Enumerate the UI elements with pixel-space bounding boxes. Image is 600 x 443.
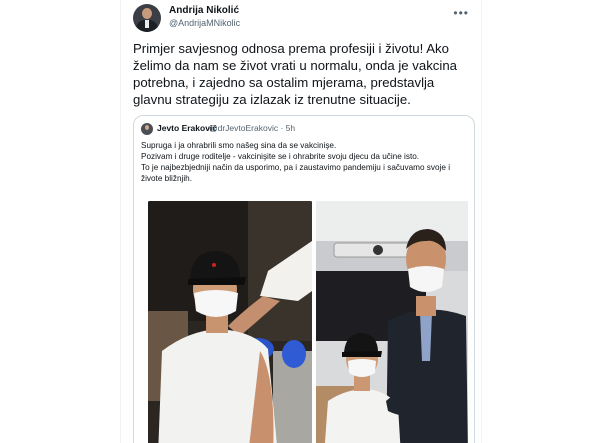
quoted-avatar[interactable] (141, 123, 153, 135)
photo-father-son-image (316, 201, 468, 443)
author-handle[interactable]: @AndrijaMNikolic (169, 18, 240, 28)
quoted-text-line: Supruga i ja ohrabrili smo našeg sina da… (141, 141, 337, 150)
more-horizontal-icon[interactable]: ••• (453, 6, 469, 20)
quoted-text-line: To je najbezbjedniji način da usporimo, … (141, 163, 451, 183)
avatar[interactable] (133, 4, 161, 32)
photo-vaccination-image (148, 201, 312, 443)
quoted-author-name[interactable]: Jevto Eraković (157, 123, 217, 133)
tweet-header: Andrija Nikolić @AndrijaMNikolic ••• (133, 4, 473, 34)
photo-father-son[interactable] (316, 201, 468, 443)
tweet-text: Primjer savjesnog odnosa prema profesiji… (133, 41, 457, 107)
photo-vaccination[interactable] (148, 201, 312, 443)
tweet-card[interactable]: Andrija Nikolić @AndrijaMNikolic ••• Pri… (120, 0, 482, 443)
quoted-tweet-text: Supruga i ja ohrabrili smo našeg sina da… (141, 140, 471, 184)
author-name[interactable]: Andrija Nikolić (169, 5, 239, 16)
quoted-tweet-header: Jevto Eraković @drJevtoErakovic · 5h (141, 123, 461, 135)
quoted-author-handle[interactable]: @drJevtoErakovic · 5h (209, 123, 295, 133)
quoted-tweet[interactable]: Jevto Eraković @drJevtoErakovic · 5h Sup… (133, 115, 475, 443)
quoted-text-line: Pozivam i druge roditelje - vakcinişite … (141, 152, 420, 161)
